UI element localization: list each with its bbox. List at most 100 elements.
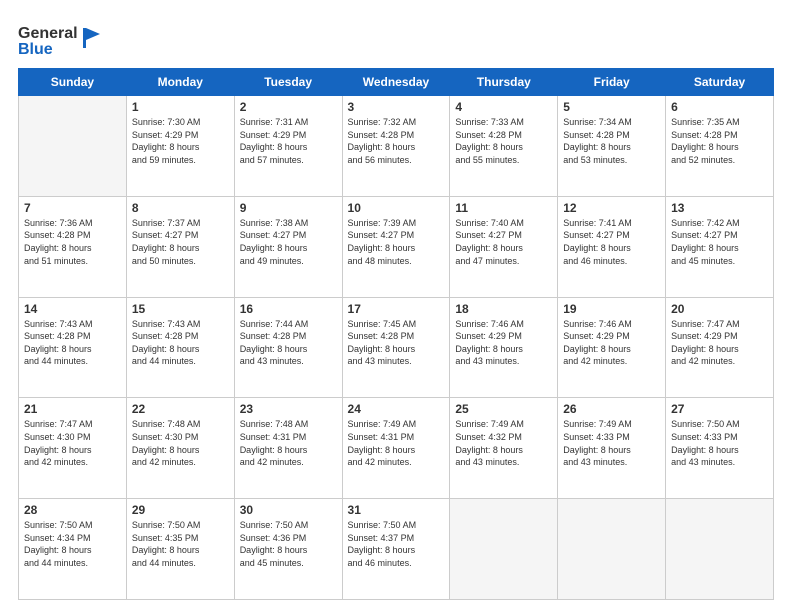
calendar-cell: 8 Sunrise: 7:37 AMSunset: 4:27 PMDaylight…: [126, 196, 234, 297]
day-number: 6: [671, 100, 768, 114]
day-number: 29: [132, 503, 229, 517]
calendar-cell: 2 Sunrise: 7:31 AMSunset: 4:29 PMDaylight…: [234, 96, 342, 197]
day-info: Sunrise: 7:50 AMSunset: 4:34 PMDaylight:…: [24, 519, 121, 569]
day-info: Sunrise: 7:33 AMSunset: 4:28 PMDaylight:…: [455, 116, 552, 166]
day-info: Sunrise: 7:43 AMSunset: 4:28 PMDaylight:…: [132, 318, 229, 368]
day-info: Sunrise: 7:32 AMSunset: 4:28 PMDaylight:…: [348, 116, 445, 166]
day-number: 15: [132, 302, 229, 316]
day-number: 28: [24, 503, 121, 517]
header: General Blue: [18, 18, 774, 58]
calendar-table: SundayMondayTuesdayWednesdayThursdayFrid…: [18, 68, 774, 600]
day-number: 11: [455, 201, 552, 215]
day-number: 8: [132, 201, 229, 215]
calendar-cell: 17 Sunrise: 7:45 AMSunset: 4:28 PMDayligh…: [342, 297, 450, 398]
day-info: Sunrise: 7:38 AMSunset: 4:27 PMDaylight:…: [240, 217, 337, 267]
calendar-cell: 16 Sunrise: 7:44 AMSunset: 4:28 PMDayligh…: [234, 297, 342, 398]
calendar-cell: 20 Sunrise: 7:47 AMSunset: 4:29 PMDayligh…: [666, 297, 774, 398]
day-info: Sunrise: 7:41 AMSunset: 4:27 PMDaylight:…: [563, 217, 660, 267]
week-row-2: 7 Sunrise: 7:36 AMSunset: 4:28 PMDaylight…: [19, 196, 774, 297]
calendar-cell: 15 Sunrise: 7:43 AMSunset: 4:28 PMDayligh…: [126, 297, 234, 398]
day-header-friday: Friday: [558, 69, 666, 96]
day-info: Sunrise: 7:50 AMSunset: 4:35 PMDaylight:…: [132, 519, 229, 569]
day-number: 3: [348, 100, 445, 114]
calendar-cell: 27 Sunrise: 7:50 AMSunset: 4:33 PMDayligh…: [666, 398, 774, 499]
day-number: 16: [240, 302, 337, 316]
day-info: Sunrise: 7:35 AMSunset: 4:28 PMDaylight:…: [671, 116, 768, 166]
calendar-cell: 31 Sunrise: 7:50 AMSunset: 4:37 PMDayligh…: [342, 499, 450, 600]
calendar-cell: [666, 499, 774, 600]
calendar-cell: 24 Sunrise: 7:49 AMSunset: 4:31 PMDayligh…: [342, 398, 450, 499]
day-number: 24: [348, 402, 445, 416]
day-number: 18: [455, 302, 552, 316]
day-header-saturday: Saturday: [666, 69, 774, 96]
day-number: 2: [240, 100, 337, 114]
day-info: Sunrise: 7:44 AMSunset: 4:28 PMDaylight:…: [240, 318, 337, 368]
calendar-cell: 25Sunrise: 7:49 AMSunset: 4:32 PMDayligh…: [450, 398, 558, 499]
day-info: Sunrise: 7:34 AMSunset: 4:28 PMDaylight:…: [563, 116, 660, 166]
day-number: 21: [24, 402, 121, 416]
week-row-5: 28 Sunrise: 7:50 AMSunset: 4:34 PMDayligh…: [19, 499, 774, 600]
week-row-1: 1 Sunrise: 7:30 AMSunset: 4:29 PMDaylight…: [19, 96, 774, 197]
day-header-monday: Monday: [126, 69, 234, 96]
week-row-4: 21Sunrise: 7:47 AMSunset: 4:30 PMDayligh…: [19, 398, 774, 499]
day-info: Sunrise: 7:31 AMSunset: 4:29 PMDaylight:…: [240, 116, 337, 166]
day-number: 10: [348, 201, 445, 215]
calendar-cell: 1 Sunrise: 7:30 AMSunset: 4:29 PMDaylight…: [126, 96, 234, 197]
calendar-cell: 11Sunrise: 7:40 AMSunset: 4:27 PMDayligh…: [450, 196, 558, 297]
calendar-cell: 21Sunrise: 7:47 AMSunset: 4:30 PMDayligh…: [19, 398, 127, 499]
day-header-thursday: Thursday: [450, 69, 558, 96]
day-number: 25: [455, 402, 552, 416]
day-number: 1: [132, 100, 229, 114]
calendar-cell: [19, 96, 127, 197]
calendar-cell: 5 Sunrise: 7:34 AMSunset: 4:28 PMDaylight…: [558, 96, 666, 197]
svg-text:Blue: Blue: [18, 41, 53, 58]
calendar-cell: 4Sunrise: 7:33 AMSunset: 4:28 PMDaylight…: [450, 96, 558, 197]
day-info: Sunrise: 7:43 AMSunset: 4:28 PMDaylight:…: [24, 318, 121, 368]
calendar-cell: 23Sunrise: 7:48 AMSunset: 4:31 PMDayligh…: [234, 398, 342, 499]
logo-svg: General Blue: [18, 18, 118, 58]
calendar-cell: 22Sunrise: 7:48 AMSunset: 4:30 PMDayligh…: [126, 398, 234, 499]
day-header-sunday: Sunday: [19, 69, 127, 96]
day-info: Sunrise: 7:50 AMSunset: 4:33 PMDaylight:…: [671, 418, 768, 468]
day-number: 31: [348, 503, 445, 517]
day-number: 7: [24, 201, 121, 215]
calendar-cell: 19 Sunrise: 7:46 AMSunset: 4:29 PMDayligh…: [558, 297, 666, 398]
day-info: Sunrise: 7:46 AMSunset: 4:29 PMDaylight:…: [563, 318, 660, 368]
day-info: Sunrise: 7:36 AMSunset: 4:28 PMDaylight:…: [24, 217, 121, 267]
calendar-cell: 29 Sunrise: 7:50 AMSunset: 4:35 PMDayligh…: [126, 499, 234, 600]
day-info: Sunrise: 7:45 AMSunset: 4:28 PMDaylight:…: [348, 318, 445, 368]
calendar-cell: 18 Sunrise: 7:46 AMSunset: 4:29 PMDayligh…: [450, 297, 558, 398]
calendar-cell: [450, 499, 558, 600]
calendar-cell: 30Sunrise: 7:50 AMSunset: 4:36 PMDayligh…: [234, 499, 342, 600]
day-info: Sunrise: 7:49 AMSunset: 4:31 PMDaylight:…: [348, 418, 445, 468]
day-info: Sunrise: 7:50 AMSunset: 4:37 PMDaylight:…: [348, 519, 445, 569]
calendar-header-row: SundayMondayTuesdayWednesdayThursdayFrid…: [19, 69, 774, 96]
day-info: Sunrise: 7:46 AMSunset: 4:29 PMDaylight:…: [455, 318, 552, 368]
calendar-cell: 12 Sunrise: 7:41 AMSunset: 4:27 PMDayligh…: [558, 196, 666, 297]
day-number: 5: [563, 100, 660, 114]
calendar-cell: 14Sunrise: 7:43 AMSunset: 4:28 PMDayligh…: [19, 297, 127, 398]
day-number: 20: [671, 302, 768, 316]
day-number: 13: [671, 201, 768, 215]
day-header-tuesday: Tuesday: [234, 69, 342, 96]
day-number: 17: [348, 302, 445, 316]
day-number: 9: [240, 201, 337, 215]
day-info: Sunrise: 7:50 AMSunset: 4:36 PMDaylight:…: [240, 519, 337, 569]
calendar-cell: 28 Sunrise: 7:50 AMSunset: 4:34 PMDayligh…: [19, 499, 127, 600]
day-info: Sunrise: 7:48 AMSunset: 4:31 PMDaylight:…: [240, 418, 337, 468]
day-info: Sunrise: 7:37 AMSunset: 4:27 PMDaylight:…: [132, 217, 229, 267]
week-row-3: 14Sunrise: 7:43 AMSunset: 4:28 PMDayligh…: [19, 297, 774, 398]
day-info: Sunrise: 7:30 AMSunset: 4:29 PMDaylight:…: [132, 116, 229, 166]
day-number: 19: [563, 302, 660, 316]
calendar-cell: 10Sunrise: 7:39 AMSunset: 4:27 PMDayligh…: [342, 196, 450, 297]
svg-text:General: General: [18, 25, 78, 42]
calendar-cell: [558, 499, 666, 600]
logo: General Blue: [18, 18, 118, 58]
day-info: Sunrise: 7:42 AMSunset: 4:27 PMDaylight:…: [671, 217, 768, 267]
day-info: Sunrise: 7:49 AMSunset: 4:33 PMDaylight:…: [563, 418, 660, 468]
day-number: 27: [671, 402, 768, 416]
day-number: 26: [563, 402, 660, 416]
day-number: 12: [563, 201, 660, 215]
calendar-cell: 3 Sunrise: 7:32 AMSunset: 4:28 PMDaylight…: [342, 96, 450, 197]
day-info: Sunrise: 7:47 AMSunset: 4:29 PMDaylight:…: [671, 318, 768, 368]
